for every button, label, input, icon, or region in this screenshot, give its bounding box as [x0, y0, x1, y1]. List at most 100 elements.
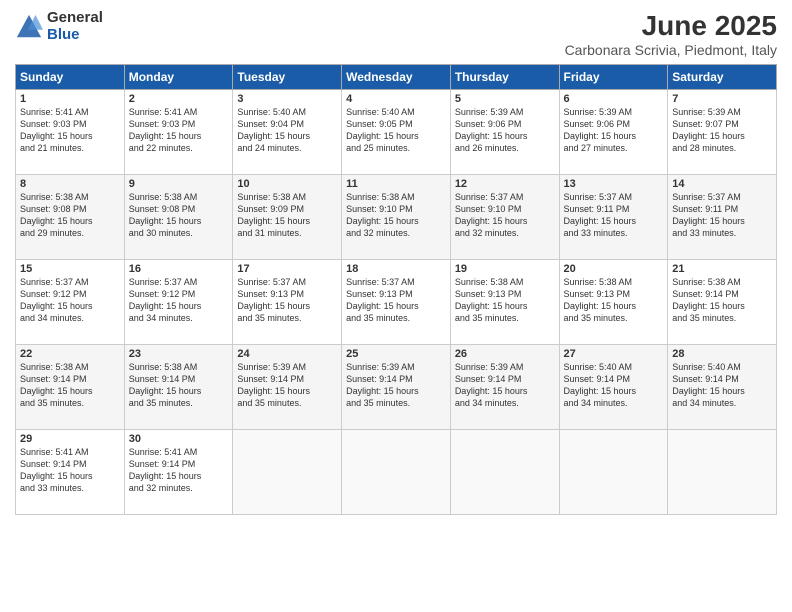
day-number: 21 — [672, 263, 772, 275]
day-info: Sunrise: 5:41 AM Sunset: 9:14 PM Dayligh… — [129, 446, 229, 495]
day-number: 18 — [346, 263, 446, 275]
calendar-cell: 7Sunrise: 5:39 AM Sunset: 9:07 PM Daylig… — [668, 90, 777, 175]
logo-text: General Blue — [47, 10, 103, 43]
day-number: 28 — [672, 348, 772, 360]
day-number: 11 — [346, 178, 446, 190]
page-container: General Blue June 2025 Carbonara Scrivia… — [0, 0, 792, 612]
calendar-week-row: 8Sunrise: 5:38 AM Sunset: 9:08 PM Daylig… — [16, 175, 777, 260]
calendar-table: Sunday Monday Tuesday Wednesday Thursday… — [15, 64, 777, 515]
day-number: 8 — [20, 178, 120, 190]
calendar-cell: 29Sunrise: 5:41 AM Sunset: 9:14 PM Dayli… — [16, 430, 125, 515]
calendar-cell: 2Sunrise: 5:41 AM Sunset: 9:03 PM Daylig… — [124, 90, 233, 175]
day-number: 26 — [455, 348, 555, 360]
day-info: Sunrise: 5:41 AM Sunset: 9:14 PM Dayligh… — [20, 446, 120, 495]
day-info: Sunrise: 5:38 AM Sunset: 9:13 PM Dayligh… — [455, 276, 555, 325]
day-number: 1 — [20, 93, 120, 105]
day-info: Sunrise: 5:37 AM Sunset: 9:13 PM Dayligh… — [346, 276, 446, 325]
calendar-cell — [233, 430, 342, 515]
day-info: Sunrise: 5:39 AM Sunset: 9:06 PM Dayligh… — [455, 106, 555, 155]
day-info: Sunrise: 5:40 AM Sunset: 9:04 PM Dayligh… — [237, 106, 337, 155]
logo-blue-text: Blue — [47, 27, 103, 44]
calendar-cell — [450, 430, 559, 515]
calendar-cell: 15Sunrise: 5:37 AM Sunset: 9:12 PM Dayli… — [16, 260, 125, 345]
day-number: 17 — [237, 263, 337, 275]
subtitle: Carbonara Scrivia, Piedmont, Italy — [565, 42, 777, 58]
day-number: 27 — [564, 348, 664, 360]
calendar-cell: 9Sunrise: 5:38 AM Sunset: 9:08 PM Daylig… — [124, 175, 233, 260]
day-info: Sunrise: 5:38 AM Sunset: 9:08 PM Dayligh… — [129, 191, 229, 240]
day-info: Sunrise: 5:37 AM Sunset: 9:11 PM Dayligh… — [672, 191, 772, 240]
day-number: 22 — [20, 348, 120, 360]
day-info: Sunrise: 5:37 AM Sunset: 9:12 PM Dayligh… — [129, 276, 229, 325]
calendar-cell: 25Sunrise: 5:39 AM Sunset: 9:14 PM Dayli… — [342, 345, 451, 430]
day-number: 19 — [455, 263, 555, 275]
day-number: 5 — [455, 93, 555, 105]
day-info: Sunrise: 5:37 AM Sunset: 9:12 PM Dayligh… — [20, 276, 120, 325]
calendar-cell: 24Sunrise: 5:39 AM Sunset: 9:14 PM Dayli… — [233, 345, 342, 430]
day-info: Sunrise: 5:39 AM Sunset: 9:07 PM Dayligh… — [672, 106, 772, 155]
calendar-cell: 14Sunrise: 5:37 AM Sunset: 9:11 PM Dayli… — [668, 175, 777, 260]
day-number: 30 — [129, 433, 229, 445]
day-number: 10 — [237, 178, 337, 190]
calendar-cell: 12Sunrise: 5:37 AM Sunset: 9:10 PM Dayli… — [450, 175, 559, 260]
calendar-cell — [559, 430, 668, 515]
day-number: 13 — [564, 178, 664, 190]
day-info: Sunrise: 5:38 AM Sunset: 9:09 PM Dayligh… — [237, 191, 337, 240]
day-info: Sunrise: 5:40 AM Sunset: 9:05 PM Dayligh… — [346, 106, 446, 155]
col-saturday: Saturday — [668, 65, 777, 90]
calendar-cell: 1Sunrise: 5:41 AM Sunset: 9:03 PM Daylig… — [16, 90, 125, 175]
day-number: 24 — [237, 348, 337, 360]
col-friday: Friday — [559, 65, 668, 90]
day-info: Sunrise: 5:39 AM Sunset: 9:14 PM Dayligh… — [237, 361, 337, 410]
day-info: Sunrise: 5:40 AM Sunset: 9:14 PM Dayligh… — [672, 361, 772, 410]
calendar-cell: 8Sunrise: 5:38 AM Sunset: 9:08 PM Daylig… — [16, 175, 125, 260]
day-info: Sunrise: 5:38 AM Sunset: 9:14 PM Dayligh… — [20, 361, 120, 410]
logo-general-text: General — [47, 10, 103, 27]
day-number: 29 — [20, 433, 120, 445]
calendar-cell: 13Sunrise: 5:37 AM Sunset: 9:11 PM Dayli… — [559, 175, 668, 260]
calendar-cell: 18Sunrise: 5:37 AM Sunset: 9:13 PM Dayli… — [342, 260, 451, 345]
day-number: 4 — [346, 93, 446, 105]
calendar-week-row: 29Sunrise: 5:41 AM Sunset: 9:14 PM Dayli… — [16, 430, 777, 515]
day-info: Sunrise: 5:37 AM Sunset: 9:11 PM Dayligh… — [564, 191, 664, 240]
main-title: June 2025 — [565, 10, 777, 42]
day-info: Sunrise: 5:37 AM Sunset: 9:13 PM Dayligh… — [237, 276, 337, 325]
calendar-week-row: 15Sunrise: 5:37 AM Sunset: 9:12 PM Dayli… — [16, 260, 777, 345]
calendar-cell: 10Sunrise: 5:38 AM Sunset: 9:09 PM Dayli… — [233, 175, 342, 260]
day-info: Sunrise: 5:39 AM Sunset: 9:14 PM Dayligh… — [455, 361, 555, 410]
day-info: Sunrise: 5:38 AM Sunset: 9:08 PM Dayligh… — [20, 191, 120, 240]
day-number: 23 — [129, 348, 229, 360]
day-number: 6 — [564, 93, 664, 105]
day-info: Sunrise: 5:38 AM Sunset: 9:14 PM Dayligh… — [129, 361, 229, 410]
day-info: Sunrise: 5:39 AM Sunset: 9:06 PM Dayligh… — [564, 106, 664, 155]
calendar-cell — [342, 430, 451, 515]
day-number: 12 — [455, 178, 555, 190]
calendar-cell: 19Sunrise: 5:38 AM Sunset: 9:13 PM Dayli… — [450, 260, 559, 345]
day-number: 2 — [129, 93, 229, 105]
day-number: 14 — [672, 178, 772, 190]
calendar-cell: 6Sunrise: 5:39 AM Sunset: 9:06 PM Daylig… — [559, 90, 668, 175]
day-number: 15 — [20, 263, 120, 275]
header: General Blue June 2025 Carbonara Scrivia… — [15, 10, 777, 58]
calendar-cell: 27Sunrise: 5:40 AM Sunset: 9:14 PM Dayli… — [559, 345, 668, 430]
day-info: Sunrise: 5:41 AM Sunset: 9:03 PM Dayligh… — [129, 106, 229, 155]
calendar-week-row: 22Sunrise: 5:38 AM Sunset: 9:14 PM Dayli… — [16, 345, 777, 430]
calendar-cell: 22Sunrise: 5:38 AM Sunset: 9:14 PM Dayli… — [16, 345, 125, 430]
logo: General Blue — [15, 10, 103, 43]
calendar-cell: 23Sunrise: 5:38 AM Sunset: 9:14 PM Dayli… — [124, 345, 233, 430]
day-number: 7 — [672, 93, 772, 105]
col-wednesday: Wednesday — [342, 65, 451, 90]
day-info: Sunrise: 5:38 AM Sunset: 9:10 PM Dayligh… — [346, 191, 446, 240]
day-info: Sunrise: 5:40 AM Sunset: 9:14 PM Dayligh… — [564, 361, 664, 410]
calendar-cell: 5Sunrise: 5:39 AM Sunset: 9:06 PM Daylig… — [450, 90, 559, 175]
calendar-cell: 16Sunrise: 5:37 AM Sunset: 9:12 PM Dayli… — [124, 260, 233, 345]
day-number: 3 — [237, 93, 337, 105]
calendar-cell: 4Sunrise: 5:40 AM Sunset: 9:05 PM Daylig… — [342, 90, 451, 175]
calendar-cell: 11Sunrise: 5:38 AM Sunset: 9:10 PM Dayli… — [342, 175, 451, 260]
calendar-cell: 28Sunrise: 5:40 AM Sunset: 9:14 PM Dayli… — [668, 345, 777, 430]
col-monday: Monday — [124, 65, 233, 90]
day-number: 20 — [564, 263, 664, 275]
day-info: Sunrise: 5:39 AM Sunset: 9:14 PM Dayligh… — [346, 361, 446, 410]
day-number: 9 — [129, 178, 229, 190]
col-sunday: Sunday — [16, 65, 125, 90]
